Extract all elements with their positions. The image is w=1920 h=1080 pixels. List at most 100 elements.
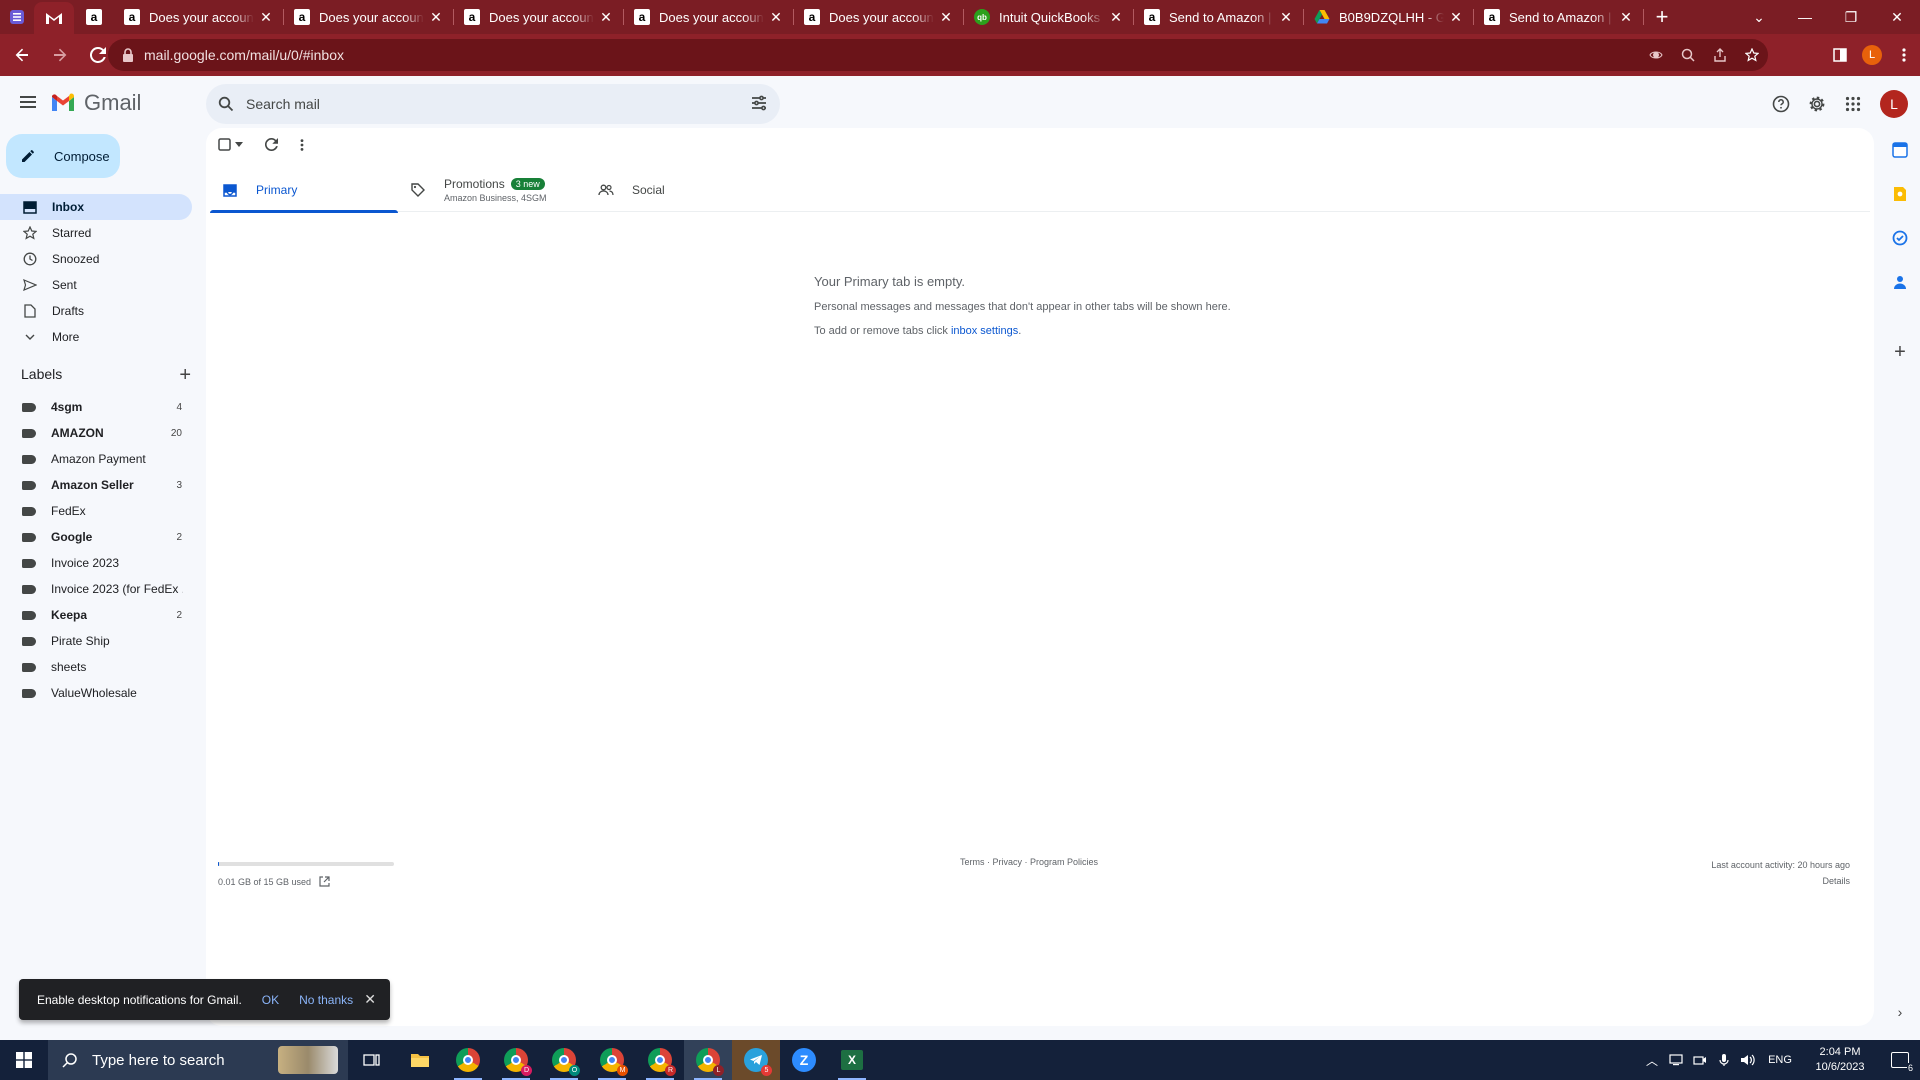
camera-icon[interactable] (1688, 1054, 1712, 1066)
close-tab-icon[interactable]: ✕ (258, 9, 274, 25)
contacts-icon[interactable] (1880, 260, 1920, 304)
volume-icon[interactable] (1736, 1053, 1760, 1067)
select-all-checkbox[interactable] (218, 138, 243, 151)
close-tab-icon[interactable]: ✕ (1448, 9, 1464, 25)
tasks-icon[interactable] (1880, 216, 1920, 260)
keep-icon[interactable] (1880, 172, 1920, 216)
label-item[interactable]: Pirate Ship (0, 628, 192, 654)
profile-button[interactable]: L (1856, 39, 1888, 71)
chrome-taskbar-icon[interactable]: D (492, 1040, 540, 1080)
search-options-icon[interactable] (750, 94, 768, 112)
taskbar-search-box[interactable]: Type here to search (48, 1040, 348, 1080)
browser-tab-3[interactable]: a Does your account ✕ (454, 0, 624, 34)
add-addon-icon[interactable]: + (1880, 330, 1920, 374)
clock[interactable]: 2:04 PM 10/6/2023 (1800, 1045, 1880, 1075)
refresh-icon[interactable] (265, 138, 278, 151)
nav-item-snoozed[interactable]: Snoozed (0, 246, 192, 272)
nav-item-starred[interactable]: Starred (0, 220, 192, 246)
pinned-tab-amazon[interactable]: a (74, 0, 114, 34)
nav-item-more[interactable]: More (0, 324, 192, 350)
tab-primary[interactable]: Primary (210, 168, 398, 213)
label-item[interactable]: 4sgm 4 (0, 394, 192, 420)
excel-icon[interactable]: X (828, 1040, 876, 1080)
minimize-button[interactable]: — (1782, 0, 1828, 34)
microphone-icon[interactable] (1712, 1053, 1736, 1067)
browser-tab-1[interactable]: a Does your account ✕ (114, 0, 284, 34)
browser-tab-5[interactable]: a Does your account ✕ (794, 0, 964, 34)
nav-item-drafts[interactable]: Drafts (0, 298, 192, 324)
pinned-tab-gmail[interactable] (34, 2, 74, 34)
chrome-taskbar-icon[interactable] (444, 1040, 492, 1080)
notification-center-icon[interactable]: 6 (1880, 1052, 1920, 1073)
open-in-new-icon[interactable] (319, 876, 330, 887)
browser-tab-2[interactable]: a Does your account ✕ (284, 0, 454, 34)
browser-tab-8[interactable]: B0B9DZQLHH - Go ✕ (1304, 0, 1474, 34)
more-options-icon[interactable] (300, 138, 304, 151)
search-icon[interactable] (218, 96, 234, 112)
network-icon[interactable] (1664, 1054, 1688, 1066)
help-icon[interactable] (1768, 84, 1794, 124)
language-indicator[interactable]: ENG (1760, 1054, 1800, 1066)
eye-slash-icon[interactable] (1640, 48, 1672, 62)
tab-social[interactable]: Social (586, 168, 774, 212)
details-link[interactable]: Details (1711, 873, 1850, 889)
calendar-icon[interactable] (1880, 128, 1920, 172)
create-label-icon[interactable]: + (179, 364, 191, 387)
close-tab-icon[interactable]: ✕ (1108, 9, 1124, 25)
close-window-button[interactable]: ✕ (1874, 0, 1920, 34)
search-input[interactable]: Search mail (246, 96, 320, 112)
label-item[interactable]: AMAZON 20 (0, 420, 192, 446)
bookmark-star-icon[interactable] (1736, 48, 1768, 62)
footer-links[interactable]: Terms · Privacy · Program Policies (960, 857, 1098, 867)
search-bar[interactable]: Search mail (206, 84, 780, 124)
gmail-logo[interactable]: Gmail (50, 90, 141, 116)
browser-tab-4[interactable]: a Does your account ✕ (624, 0, 794, 34)
tab-promotions[interactable]: Promotions 3 new Amazon Business, 4SGM (398, 168, 586, 212)
zoom-icon[interactable] (1672, 48, 1704, 62)
browser-tab-6[interactable]: qb Intuit QuickBooks ✕ (964, 0, 1134, 34)
task-view-icon[interactable] (348, 1040, 396, 1080)
tab-list-chevron-icon[interactable]: ⌄ (1736, 0, 1782, 34)
nav-item-sent[interactable]: Sent (0, 272, 192, 298)
restore-button[interactable]: ❐ (1828, 0, 1874, 34)
browser-tab-9[interactable]: a Send to Amazon | A ✕ (1474, 0, 1644, 34)
chrome-taskbar-icon[interactable]: M (588, 1040, 636, 1080)
label-item[interactable]: Invoice 2023 (for FedEx ... (0, 576, 192, 602)
close-tab-icon[interactable]: ✕ (598, 9, 614, 25)
account-avatar[interactable]: L (1880, 90, 1908, 118)
taskbar-search-input[interactable]: Type here to search (92, 1052, 225, 1069)
main-menu-icon[interactable] (16, 90, 40, 114)
close-tab-icon[interactable]: ✕ (938, 9, 954, 25)
label-item[interactable]: sheets (0, 654, 192, 680)
label-item[interactable]: Amazon Seller 3 (0, 472, 192, 498)
close-tab-icon[interactable]: ✕ (428, 9, 444, 25)
share-icon[interactable] (1704, 48, 1736, 62)
label-item[interactable]: Invoice 2023 (0, 550, 192, 576)
show-hidden-icons-chevron[interactable]: ︿ (1640, 1052, 1664, 1069)
close-tab-icon[interactable]: ✕ (1278, 9, 1294, 25)
label-item[interactable]: Keepa 2 (0, 602, 192, 628)
site-info-icon[interactable] (122, 48, 134, 62)
label-item[interactable]: Google 2 (0, 524, 192, 550)
browser-tab-7[interactable]: a Send to Amazon | A ✕ (1134, 0, 1304, 34)
snackbar-close-icon[interactable]: ✕ (364, 991, 376, 1008)
close-tab-icon[interactable]: ✕ (1618, 9, 1634, 25)
new-tab-button[interactable]: + (1644, 0, 1680, 34)
settings-gear-icon[interactable] (1804, 84, 1830, 124)
telegram-icon[interactable]: 5 (732, 1040, 780, 1080)
forward-button[interactable] (44, 39, 76, 71)
browser-menu-icon[interactable] (1888, 39, 1920, 71)
chrome-taskbar-icon[interactable]: O (540, 1040, 588, 1080)
compose-button[interactable]: Compose (6, 134, 120, 178)
address-bar[interactable]: mail.google.com/mail/u/0/#inbox (108, 39, 1768, 71)
side-panel-icon[interactable] (1824, 39, 1856, 71)
google-apps-icon[interactable] (1840, 84, 1866, 124)
label-item[interactable]: FedEx (0, 498, 192, 524)
nav-item-inbox[interactable]: Inbox (0, 194, 192, 220)
file-explorer-icon[interactable] (396, 1040, 444, 1080)
windows-start-button[interactable] (0, 1040, 48, 1080)
chrome-taskbar-icon[interactable]: L (684, 1040, 732, 1080)
snackbar-no-thanks-button[interactable]: No thanks (299, 993, 353, 1007)
label-item[interactable]: Amazon Payment (0, 446, 192, 472)
label-item[interactable]: ValueWholesale (0, 680, 192, 706)
